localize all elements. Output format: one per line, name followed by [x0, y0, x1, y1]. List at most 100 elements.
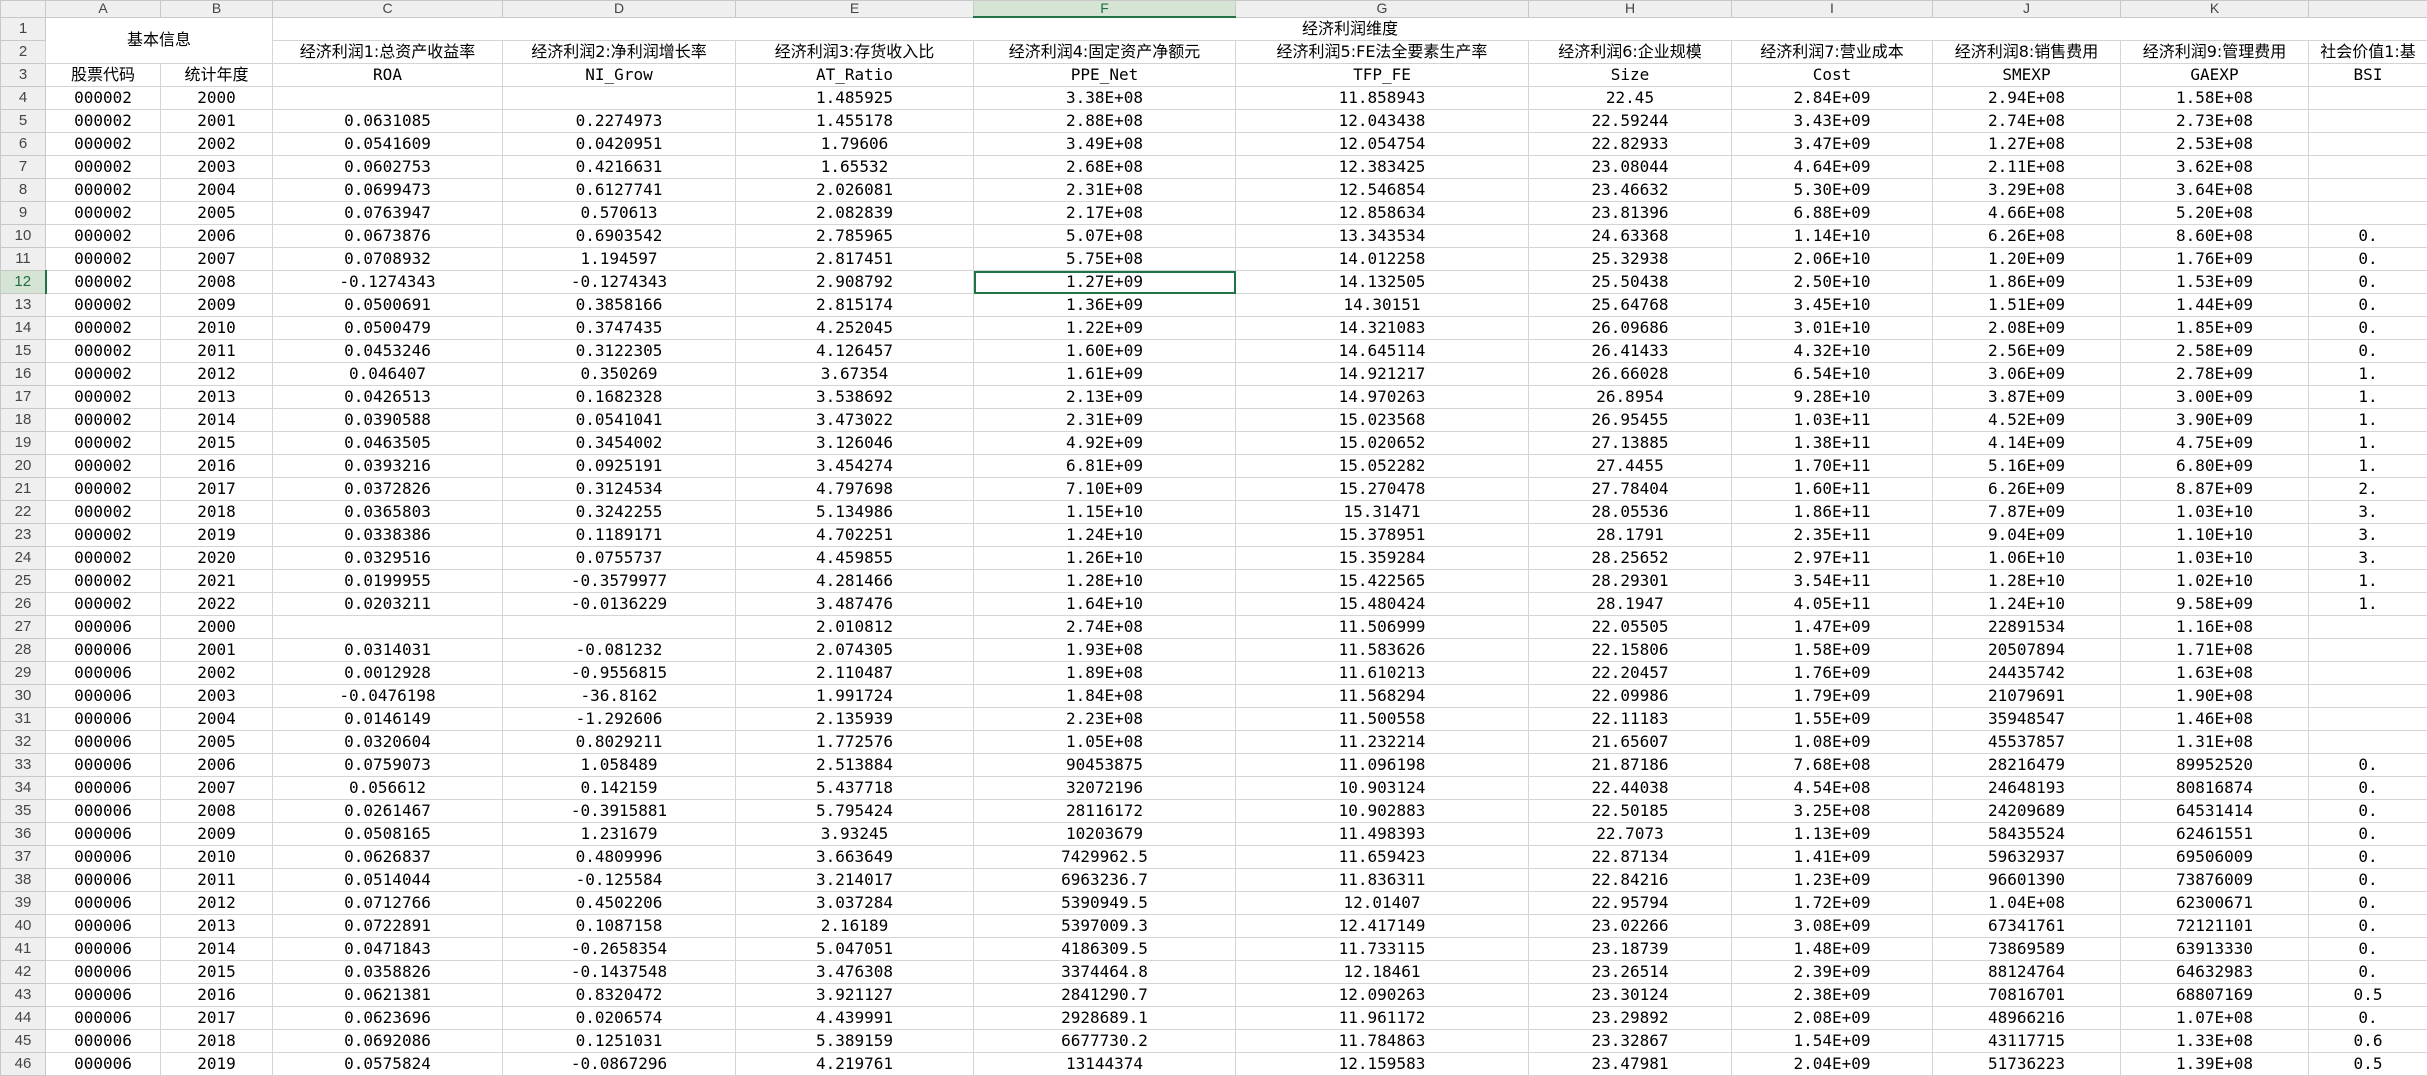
row-header[interactable]: 42: [1, 961, 46, 984]
cell-k13[interactable]: 1.44E+09: [2121, 294, 2309, 317]
cell-f33[interactable]: 90453875: [974, 754, 1236, 777]
cell-d36[interactable]: 1.231679: [503, 823, 736, 846]
row-header[interactable]: 36: [1, 823, 46, 846]
cell-d33[interactable]: 1.058489: [503, 754, 736, 777]
cell-g9[interactable]: 12.858634: [1236, 202, 1529, 225]
cell-f16[interactable]: 1.61E+09: [974, 363, 1236, 386]
cell-f19[interactable]: 4.92E+09: [974, 432, 1236, 455]
cell-a16[interactable]: 000002: [46, 363, 161, 386]
group-header-basic-info[interactable]: 基本信息: [46, 17, 273, 64]
cell-e36[interactable]: 3.93245: [736, 823, 974, 846]
cell-a11[interactable]: 000002: [46, 248, 161, 271]
row-header[interactable]: 21: [1, 478, 46, 501]
cell-b30[interactable]: 2003: [161, 685, 273, 708]
cell-d27[interactable]: [503, 616, 736, 639]
cell-l19[interactable]: 1.: [2309, 432, 2427, 455]
cell-d40[interactable]: 0.1087158: [503, 915, 736, 938]
cell-a28[interactable]: 000006: [46, 639, 161, 662]
cell-c37[interactable]: 0.0626837: [273, 846, 503, 869]
cell-i39[interactable]: 1.72E+09: [1732, 892, 1933, 915]
cell-g31[interactable]: 11.500558: [1236, 708, 1529, 731]
cell-f17[interactable]: 2.13E+09: [974, 386, 1236, 409]
cell-e46[interactable]: 4.219761: [736, 1053, 974, 1076]
row-header[interactable]: 46: [1, 1053, 46, 1076]
column-header-i[interactable]: I: [1732, 1, 1933, 18]
cell-j38[interactable]: 96601390: [1933, 869, 2121, 892]
cell-f25[interactable]: 1.28E+10: [974, 570, 1236, 593]
cell-l33[interactable]: 0.: [2309, 754, 2427, 777]
cell-k39[interactable]: 62300671: [2121, 892, 2309, 915]
cell-c38[interactable]: 0.0514044: [273, 869, 503, 892]
cell-k26[interactable]: 9.58E+09: [2121, 593, 2309, 616]
cell-g36[interactable]: 11.498393: [1236, 823, 1529, 846]
cell-c16[interactable]: 0.046407: [273, 363, 503, 386]
cell-b16[interactable]: 2012: [161, 363, 273, 386]
cell-d8[interactable]: 0.6127741: [503, 179, 736, 202]
cell-f14[interactable]: 1.22E+09: [974, 317, 1236, 340]
cell-b27[interactable]: 2000: [161, 616, 273, 639]
cell-g6[interactable]: 12.054754: [1236, 133, 1529, 156]
row-header[interactable]: 20: [1, 455, 46, 478]
cell-k15[interactable]: 2.58E+09: [2121, 340, 2309, 363]
cell-c34[interactable]: 0.056612: [273, 777, 503, 800]
row-header[interactable]: 8: [1, 179, 46, 202]
cell-l17[interactable]: 1.: [2309, 386, 2427, 409]
cell-c4[interactable]: [273, 87, 503, 110]
cell-a10[interactable]: 000002: [46, 225, 161, 248]
cell-j26[interactable]: 1.24E+10: [1933, 593, 2121, 616]
cell-j43[interactable]: 70816701: [1933, 984, 2121, 1007]
row-header[interactable]: 41: [1, 938, 46, 961]
cell-c33[interactable]: 0.0759073: [273, 754, 503, 777]
cell-c14[interactable]: 0.0500479: [273, 317, 503, 340]
cell-f30[interactable]: 1.84E+08: [974, 685, 1236, 708]
cell-c19[interactable]: 0.0463505: [273, 432, 503, 455]
cell-e20[interactable]: 3.454274: [736, 455, 974, 478]
cell-g10[interactable]: 13.343534: [1236, 225, 1529, 248]
row-header[interactable]: 10: [1, 225, 46, 248]
cell-i3[interactable]: Cost: [1732, 64, 1933, 87]
cell-d22[interactable]: 0.3242255: [503, 501, 736, 524]
cell-i40[interactable]: 3.08E+09: [1732, 915, 1933, 938]
cell-e39[interactable]: 3.037284: [736, 892, 974, 915]
cell-h38[interactable]: 22.84216: [1529, 869, 1732, 892]
cell-f7[interactable]: 2.68E+08: [974, 156, 1236, 179]
cell-i36[interactable]: 1.13E+09: [1732, 823, 1933, 846]
cell-h34[interactable]: 22.44038: [1529, 777, 1732, 800]
cell-i32[interactable]: 1.08E+09: [1732, 731, 1933, 754]
row-header[interactable]: 15: [1, 340, 46, 363]
cell-f44[interactable]: 2928689.1: [974, 1007, 1236, 1030]
cell-h32[interactable]: 21.65607: [1529, 731, 1732, 754]
cell-l7[interactable]: [2309, 156, 2427, 179]
cell-c44[interactable]: 0.0623696: [273, 1007, 503, 1030]
cell-j28[interactable]: 20507894: [1933, 639, 2121, 662]
cell-i29[interactable]: 1.76E+09: [1732, 662, 1933, 685]
cell-e16[interactable]: 3.67354: [736, 363, 974, 386]
cell-j8[interactable]: 3.29E+08: [1933, 179, 2121, 202]
cell-e33[interactable]: 2.513884: [736, 754, 974, 777]
cell-f39[interactable]: 5390949.5: [974, 892, 1236, 915]
cell-a5[interactable]: 000002: [46, 110, 161, 133]
cell-l41[interactable]: 0.: [2309, 938, 2427, 961]
cell-i33[interactable]: 7.68E+08: [1732, 754, 1933, 777]
cell-b37[interactable]: 2010: [161, 846, 273, 869]
cell-j32[interactable]: 45537857: [1933, 731, 2121, 754]
cell-i19[interactable]: 1.38E+11: [1732, 432, 1933, 455]
cell-i34[interactable]: 4.54E+08: [1732, 777, 1933, 800]
cell-d25[interactable]: -0.3579977: [503, 570, 736, 593]
cell-d45[interactable]: 0.1251031: [503, 1030, 736, 1053]
cell-h8[interactable]: 23.46632: [1529, 179, 1732, 202]
cell-e21[interactable]: 4.797698: [736, 478, 974, 501]
cell-k22[interactable]: 1.03E+10: [2121, 501, 2309, 524]
cell-h35[interactable]: 22.50185: [1529, 800, 1732, 823]
select-all-corner[interactable]: [1, 1, 46, 18]
cell-h2[interactable]: 经济利润6:企业规模: [1529, 41, 1732, 64]
row-header[interactable]: 2: [1, 41, 46, 64]
row-header[interactable]: 16: [1, 363, 46, 386]
cell-b17[interactable]: 2013: [161, 386, 273, 409]
cell-a40[interactable]: 000006: [46, 915, 161, 938]
cell-e2[interactable]: 经济利润3:存货收入比: [736, 41, 974, 64]
cell-c17[interactable]: 0.0426513: [273, 386, 503, 409]
cell-h37[interactable]: 22.87134: [1529, 846, 1732, 869]
cell-g24[interactable]: 15.359284: [1236, 547, 1529, 570]
cell-g8[interactable]: 12.546854: [1236, 179, 1529, 202]
